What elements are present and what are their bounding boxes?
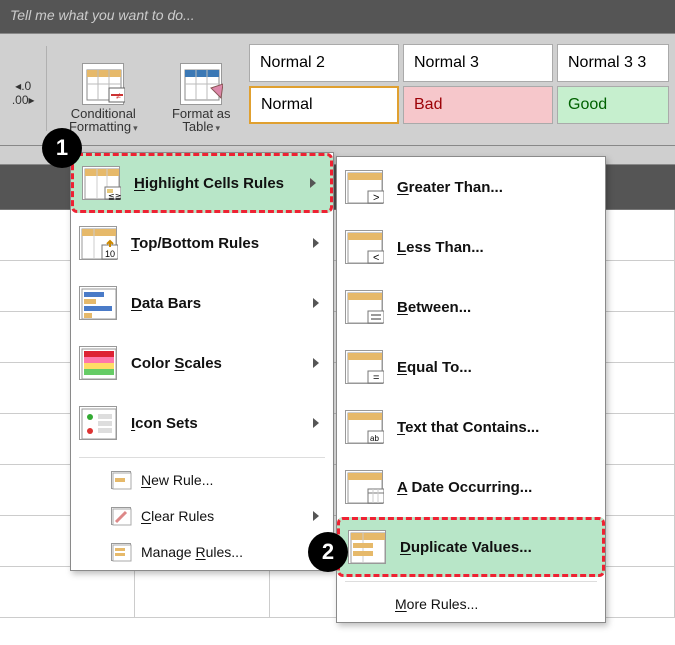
style-normal[interactable]: Normal [249, 86, 399, 124]
menu-item-label: Data Bars [131, 295, 201, 312]
menu-icon-sets[interactable]: Icon Sets Icon Sets [71, 393, 333, 453]
between-icon [345, 290, 383, 324]
menu-item-label: Manage Rules... [141, 544, 243, 560]
submenu-duplicate-values[interactable]: Duplicate Values... Duplicate Values... [337, 517, 605, 577]
menu-item-label: New Rule... [141, 472, 213, 488]
format-as-table-button[interactable]: Format as Table▾ [159, 40, 243, 134]
menu-item-label: Greater Than... [397, 179, 503, 196]
equal-to-icon: = [345, 350, 383, 384]
submenu-between[interactable]: Between... Between... [337, 277, 605, 337]
style-bad[interactable]: Bad [403, 86, 553, 124]
ribbon: ◂.0 .00▸ ≠ Conditional Formatting▾ [0, 34, 675, 146]
submenu-arrow-icon [313, 238, 319, 248]
decrease-decimal-icon[interactable]: .00▸ [12, 93, 35, 107]
format-as-table-icon [180, 63, 222, 105]
greater-than-icon: > [345, 170, 383, 204]
submenu-more-rules[interactable]: More Rules... More Rules... [337, 586, 605, 622]
menu-item-label: Between... [397, 299, 471, 316]
submenu-text-contains[interactable]: ab Text that Contains... Text that Conta… [337, 397, 605, 457]
less-than-icon: < [345, 230, 383, 264]
callout-2: 2 [308, 532, 348, 572]
highlight-cells-icon: ≦≧ [82, 166, 120, 200]
menu-clear-rules[interactable]: Clear Rules Clear Rules [71, 498, 333, 534]
number-format-group: ◂.0 .00▸ [0, 40, 46, 145]
icon-sets-icon [79, 406, 117, 440]
tell-me-bar[interactable]: Tell me what you want to do... [0, 0, 675, 34]
tell-me-text: Tell me what you want to do... [10, 7, 195, 23]
style-good[interactable]: Good [557, 86, 669, 124]
svg-text:=: = [373, 372, 379, 384]
menu-item-label: Text that Contains... [397, 419, 539, 436]
menu-new-rule[interactable]: New Rule... New Rule... [71, 462, 333, 498]
color-scales-icon [79, 346, 117, 380]
top-bottom-icon: 10 [79, 226, 117, 260]
submenu-arrow-icon [313, 358, 319, 368]
menu-item-label: Duplicate Values... [400, 539, 532, 556]
svg-text:≠: ≠ [116, 91, 121, 101]
menu-item-label: More Rules... [395, 596, 478, 612]
style-normal3[interactable]: Normal 3 [403, 44, 553, 82]
submenu-arrow-icon [313, 418, 319, 428]
submenu-arrow-icon [313, 298, 319, 308]
clear-rules-icon [111, 507, 131, 525]
format-as-table-label: Format as Table▾ [163, 107, 239, 134]
menu-item-label: Color Scales [131, 355, 222, 372]
menu-item-label: Icon Sets [131, 415, 198, 432]
menu-manage-rules[interactable]: Manage Rules... Manage Rules... [71, 534, 333, 570]
conditional-formatting-button[interactable]: ≠ Conditional Formatting▾ [47, 40, 159, 134]
menu-item-label: Less Than... [397, 239, 484, 256]
menu-color-scales[interactable]: Color Scales Color Scales [71, 333, 333, 393]
text-contains-icon: ab [345, 410, 383, 444]
cell-styles-gallery[interactable]: Normal 2 Normal 3 Normal 3 3 Normal Bad … [249, 44, 669, 145]
duplicate-values-icon [348, 530, 386, 564]
svg-text:>: > [373, 192, 379, 204]
svg-text:≦≧: ≦≧ [108, 192, 121, 201]
menu-item-label: Clear Rules [141, 508, 214, 524]
menu-item-label: A Date Occurring... [397, 479, 532, 496]
data-bars-icon [79, 286, 117, 320]
new-rule-icon [111, 471, 131, 489]
menu-item-label: HHighlight Cells Rulesighlight Cells Rul… [134, 175, 284, 192]
submenu-arrow-icon [313, 511, 319, 521]
callout-1: 1 [42, 128, 82, 168]
manage-rules-icon [111, 543, 131, 561]
increase-decimal-icon[interactable]: ◂.0 [15, 79, 31, 93]
menu-top-bottom-rules[interactable]: 10 Top/Bottom Rules Top/Bottom Rules [71, 213, 333, 273]
svg-text:<: < [373, 252, 379, 264]
date-occurring-icon [345, 470, 383, 504]
menu-highlight-cells-rules[interactable]: ≦≧ HHighlight Cells Rulesighlight Cells … [71, 153, 333, 213]
style-normal2[interactable]: Normal 2 [249, 44, 399, 82]
submenu-date-occurring[interactable]: A Date Occurring... A Date Occurring... [337, 457, 605, 517]
highlight-cells-submenu: > Greater Than... Greater Than... < Less… [336, 156, 606, 623]
submenu-greater-than[interactable]: > Greater Than... Greater Than... [337, 157, 605, 217]
style-normal33[interactable]: Normal 3 3 [557, 44, 669, 82]
svg-text:10: 10 [105, 249, 115, 259]
submenu-less-than[interactable]: < Less Than... Less Than... [337, 217, 605, 277]
submenu-arrow-icon [310, 178, 316, 188]
svg-text:ab: ab [370, 434, 379, 443]
submenu-equal-to[interactable]: = Equal To... Equal To... [337, 337, 605, 397]
menu-data-bars[interactable]: Data Bars Data Bars [71, 273, 333, 333]
conditional-formatting-menu: ≦≧ HHighlight Cells Rulesighlight Cells … [70, 152, 334, 571]
menu-item-label: Top/Bottom Rules [131, 235, 259, 252]
menu-item-label: Equal To... [397, 359, 472, 376]
conditional-formatting-icon: ≠ [82, 63, 124, 105]
